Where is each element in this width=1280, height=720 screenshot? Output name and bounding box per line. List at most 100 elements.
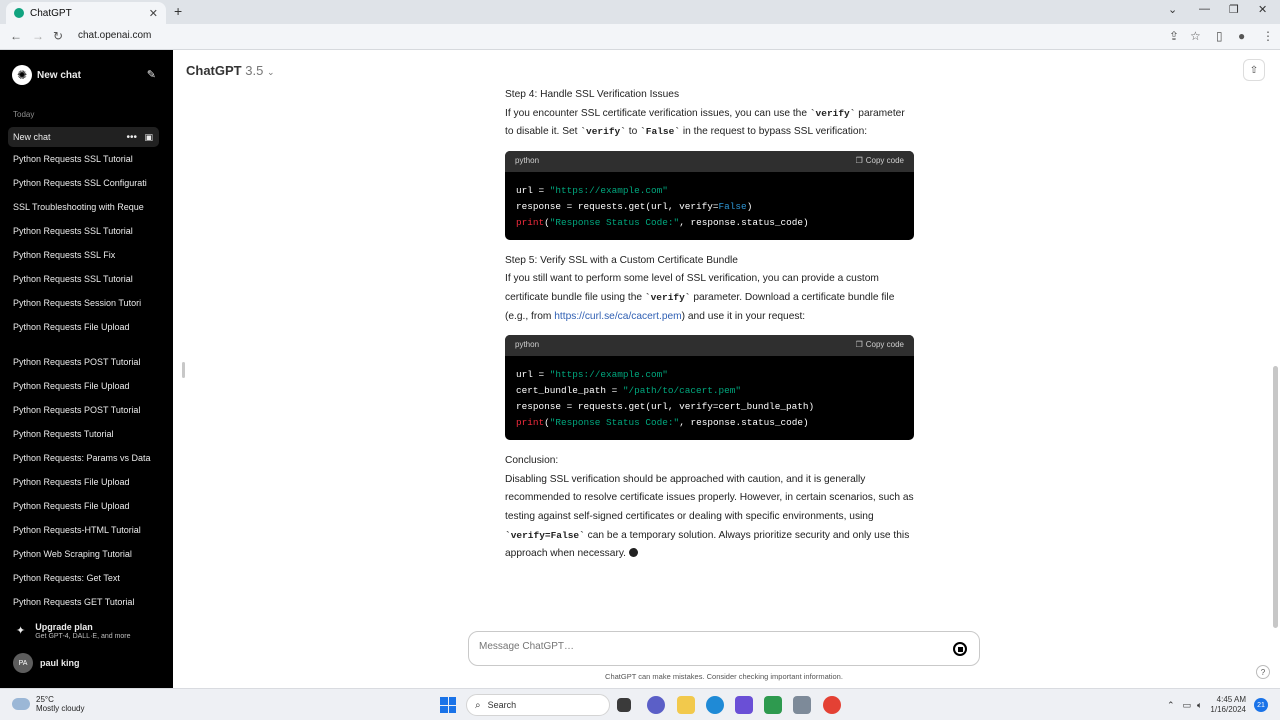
side-panel-icon[interactable]: ▯	[1216, 29, 1223, 43]
chat-app-icon[interactable]	[647, 696, 665, 714]
text-segment: If you encounter SSL certificate verific…	[505, 107, 810, 119]
edge-browser-icon[interactable]	[706, 696, 724, 714]
sidebar-item-chat[interactable]: Python Requests: Get Text	[13, 573, 153, 583]
inline-code: `verify`	[809, 107, 856, 119]
code-string: "Response Status Code:"	[549, 216, 680, 228]
sidebar-item-chat[interactable]: Python Requests Session Tutori	[13, 298, 153, 308]
sidebar-item-chat[interactable]: Python Requests SSL Tutorial	[13, 154, 153, 164]
sidebar-item-active[interactable]: New chat ••• ▣	[8, 127, 159, 147]
sidebar-item-label: New chat	[13, 132, 51, 142]
sidebar-item-chat[interactable]: Python Requests File Upload	[13, 501, 153, 511]
code-string: "Response Status Code:"	[549, 417, 680, 429]
code-token: url =	[516, 184, 550, 196]
sparkle-icon: ✦	[16, 625, 26, 637]
system-tray: ⌃ ▭ 🔈︎ 4:45 AM 1/16/2024 21	[1167, 695, 1268, 715]
windows-start-icon[interactable]	[440, 697, 456, 713]
close-window-icon[interactable]: ✕	[1258, 3, 1267, 16]
chevron-up-icon[interactable]: ⌃	[1167, 700, 1175, 711]
url-field[interactable]: chat.openai.com	[78, 30, 151, 41]
code-function: print	[516, 216, 545, 228]
avatar: PA	[13, 653, 33, 673]
archive-icon[interactable]: ▣	[144, 132, 153, 143]
task-view-icon[interactable]	[617, 698, 631, 712]
code-token: )	[746, 200, 753, 212]
sidebar-item-chat[interactable]: SSL Troubleshooting with Reque	[13, 202, 153, 212]
stop-generating-button[interactable]	[953, 642, 967, 656]
profile-icon[interactable]: ●	[1238, 29, 1245, 43]
code-token: cert_bundle_path =	[516, 385, 623, 397]
new-chat-row[interactable]: ✺ New chat ✎	[12, 65, 162, 85]
text-segment: in the request to bypass SSL verificatio…	[680, 126, 868, 138]
volume-icon[interactable]: 🔈︎	[1197, 700, 1202, 711]
cacert-link[interactable]: https://curl.se/ca/cacert.pem	[554, 311, 681, 322]
back-icon[interactable]: ←	[10, 29, 22, 43]
weather-condition: Mostly cloudy	[36, 704, 85, 713]
sidebar-item-chat[interactable]: Python Requests-HTML Tutorial	[13, 525, 153, 535]
share-chat-button[interactable]: ⇧	[1243, 59, 1265, 81]
copy-code-button[interactable]: ❐ Copy code	[856, 336, 904, 355]
copy-code-button[interactable]: ❐ Copy code	[856, 152, 904, 171]
network-icon[interactable]: ▭	[1182, 700, 1191, 711]
browser-tab[interactable]: ChatGPT ✕	[6, 2, 166, 24]
openai-logo-icon: ✺	[12, 65, 32, 85]
model-selector[interactable]: ChatGPT 3.5 ⌄	[186, 63, 275, 78]
sidebar-item-chat[interactable]: Python Requests File Upload	[13, 381, 153, 391]
taskbar-search[interactable]: ⌕ Search	[466, 694, 610, 716]
upgrade-subtitle: Get GPT-4, DALL·E, and more	[35, 633, 131, 640]
disclaimer: ChatGPT can make mistakes. Consider chec…	[605, 672, 843, 681]
reload-icon[interactable]: ↻	[53, 29, 63, 43]
copy-code-label: Copy code	[865, 340, 904, 350]
message-composer	[468, 631, 980, 666]
inline-code: `verify=False`	[505, 529, 585, 541]
file-explorer-icon[interactable]	[677, 696, 695, 714]
close-tab-icon[interactable]: ✕	[149, 7, 158, 20]
notification-badge[interactable]: 21	[1254, 698, 1268, 712]
tab-search-chevron-icon[interactable]: ⌄	[1168, 3, 1177, 16]
code-language: python	[515, 340, 540, 350]
sidebar-item-chat[interactable]: Python Requests POST Tutorial	[13, 405, 153, 415]
forward-icon[interactable]: →	[32, 29, 44, 43]
conclusion-title: Conclusion:	[505, 455, 559, 467]
weather-widget[interactable]: 25°C Mostly cloudy	[12, 695, 84, 713]
scrollbar-thumb[interactable]	[1273, 366, 1278, 628]
new-tab-icon[interactable]: +	[174, 3, 182, 19]
vpn-app-icon[interactable]	[735, 696, 753, 714]
user-menu[interactable]: PA paul king	[13, 653, 80, 673]
stop-icon	[957, 646, 963, 652]
new-chat-label: New chat	[37, 69, 81, 81]
share-page-icon[interactable]: ⇪	[1169, 29, 1179, 43]
section-label-today: Today	[13, 110, 35, 119]
help-button[interactable]: ?	[1256, 665, 1270, 679]
browser-menu-icon[interactable]: ⋮	[1262, 29, 1274, 43]
spreadsheet-app-icon[interactable]	[764, 696, 782, 714]
sidebar-item-chat[interactable]: Python Requests File Upload	[13, 477, 153, 487]
sidebar-item-chat[interactable]: Python Requests SSL Tutorial	[13, 274, 153, 284]
more-options-icon[interactable]: •••	[126, 132, 137, 143]
sidebar-resize-handle[interactable]	[182, 362, 185, 378]
sidebar-item-chat[interactable]: Python Requests File Upload	[13, 322, 153, 332]
minimize-icon[interactable]: —	[1199, 3, 1210, 15]
text-segment: ) and use it in your request:	[681, 310, 806, 322]
message-input[interactable]	[479, 641, 919, 652]
upgrade-plan[interactable]: ✦ Upgrade plan Get GPT-4, DALL·E, and mo…	[16, 622, 131, 640]
taskbar: 25°C Mostly cloudy ⌕ Search ⌃ ▭ 🔈︎ 4:45 …	[0, 688, 1280, 720]
code-content: url = "https://example.com" response = r…	[505, 172, 914, 240]
sidebar-item-chat[interactable]: Python Requests SSL Configurati	[13, 178, 153, 188]
restore-icon[interactable]: ❐	[1229, 3, 1239, 16]
code-string: "https://example.com"	[549, 184, 668, 196]
sidebar-item-chat[interactable]: Python Requests SSL Tutorial	[13, 226, 153, 236]
inline-code: `verify`	[644, 291, 691, 303]
chrome-browser-icon[interactable]	[823, 696, 841, 714]
step5-title: Step 5: Verify SSL with a Custom Certifi…	[505, 254, 738, 266]
clock[interactable]: 4:45 AM 1/16/2024	[1210, 695, 1246, 715]
sidebar-item-chat[interactable]: Python Requests GET Tutorial	[13, 597, 153, 607]
sidebar-item-chat[interactable]: Python Requests Tutorial	[13, 429, 153, 439]
settings-app-icon[interactable]	[793, 696, 811, 714]
new-chat-edit-icon[interactable]: ✎	[147, 68, 156, 81]
sidebar-item-chat[interactable]: Python Requests SSL Fix	[13, 250, 153, 260]
inline-code: `verify`	[580, 126, 626, 138]
sidebar-item-chat[interactable]: Python Requests POST Tutorial	[13, 357, 153, 367]
sidebar-item-chat[interactable]: Python Requests: Params vs Data	[13, 453, 153, 463]
bookmark-star-icon[interactable]: ☆	[1190, 29, 1201, 43]
sidebar-item-chat[interactable]: Python Web Scraping Tutorial	[13, 549, 153, 559]
